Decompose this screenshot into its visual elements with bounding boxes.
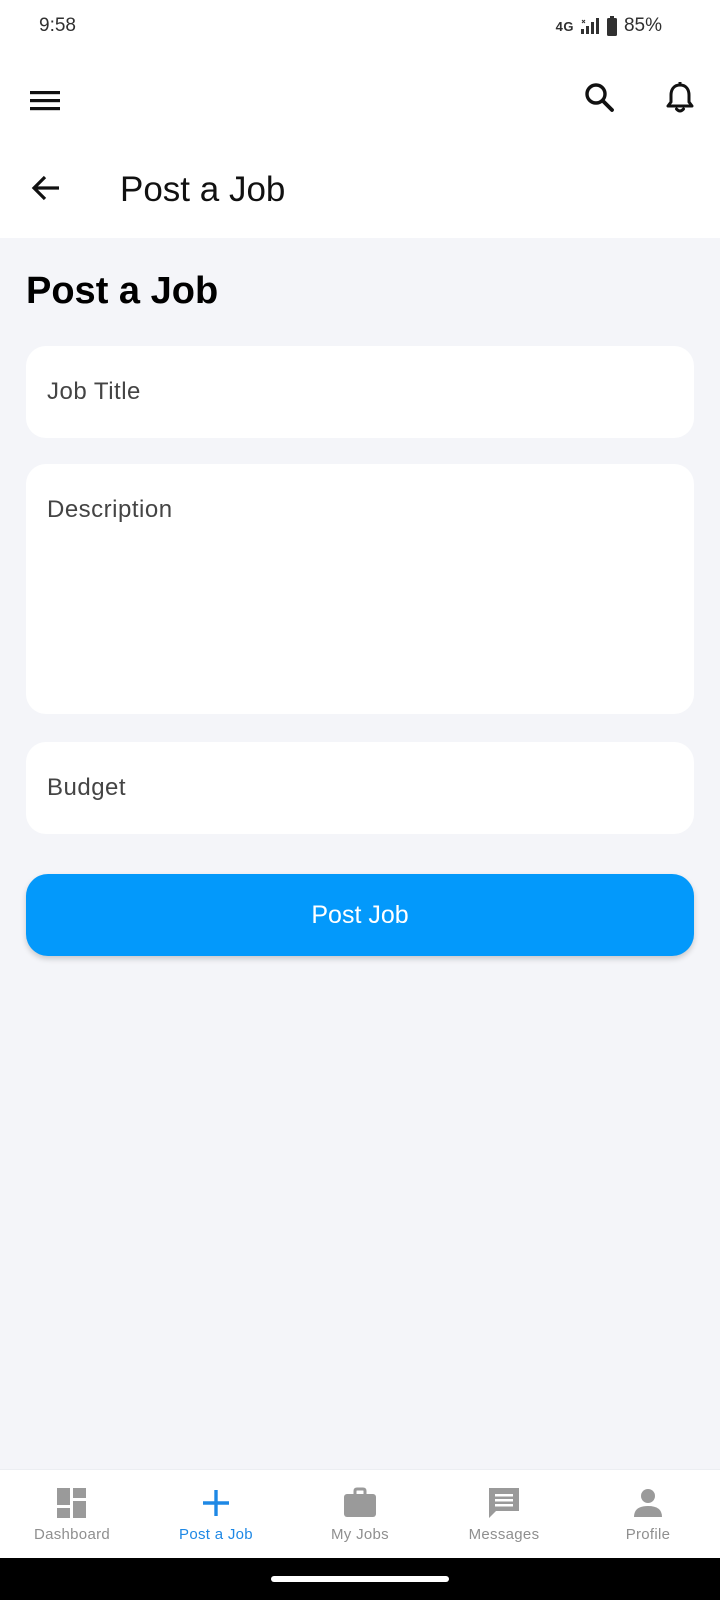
nav-label-messages: Messages xyxy=(468,1526,540,1543)
form-heading: Post a Job xyxy=(26,270,219,312)
network-type: 4G xyxy=(555,18,574,34)
home-gesture-handle[interactable] xyxy=(271,1576,449,1582)
signal-icon xyxy=(580,18,599,34)
post-job-button[interactable]: Post Job xyxy=(26,874,694,956)
page-header: Post a Job xyxy=(0,144,720,238)
bell-icon xyxy=(666,82,694,113)
arrow-left-icon xyxy=(31,175,59,201)
menu-button[interactable] xyxy=(26,82,66,122)
status-indicators: 4G 85% xyxy=(556,15,662,37)
nav-label-post-a-job: Post a Job xyxy=(179,1526,253,1543)
nav-item-profile[interactable]: Profile xyxy=(576,1470,720,1558)
nav-item-dashboard[interactable]: Dashboard xyxy=(0,1470,144,1558)
person-icon xyxy=(634,1489,662,1517)
header-title: Post a Job xyxy=(120,170,286,209)
battery-icon xyxy=(606,16,617,36)
main-content: Post a Job Post Job xyxy=(0,238,720,1469)
back-button[interactable] xyxy=(28,170,64,206)
battery-percent: 85% xyxy=(623,15,662,36)
nav-label-profile: Profile xyxy=(625,1526,671,1543)
plus-icon xyxy=(203,1490,229,1516)
nav-label-dashboard: Dashboard xyxy=(33,1526,111,1543)
dashboard-icon xyxy=(57,1488,86,1518)
briefcase-icon xyxy=(344,1487,376,1517)
job-title-input[interactable] xyxy=(26,346,694,438)
hamburger-menu-icon xyxy=(30,91,60,111)
search-icon xyxy=(585,83,614,112)
message-icon xyxy=(489,1488,519,1518)
status-time: 9:58 xyxy=(39,15,76,36)
status-bar: 9:58 4G 85% xyxy=(0,0,720,54)
notifications-button[interactable] xyxy=(660,78,700,118)
bottom-navigation: Dashboard Post a Job My Jobs Messages Pr… xyxy=(0,1469,720,1558)
app-bar xyxy=(0,54,720,144)
description-input[interactable] xyxy=(26,464,694,714)
budget-input[interactable] xyxy=(26,742,694,834)
system-gesture-bar xyxy=(0,1558,720,1600)
nav-label-my-jobs: My Jobs xyxy=(331,1526,389,1543)
nav-item-messages[interactable]: Messages xyxy=(432,1470,576,1558)
search-button[interactable] xyxy=(580,78,620,118)
nav-item-my-jobs[interactable]: My Jobs xyxy=(288,1470,432,1558)
nav-item-post-a-job[interactable]: Post a Job xyxy=(144,1470,288,1558)
